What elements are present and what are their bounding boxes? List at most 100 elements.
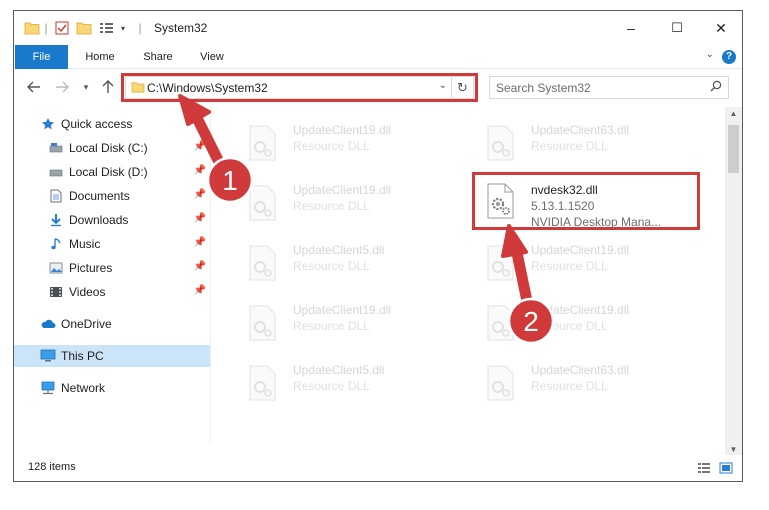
- scroll-up-icon[interactable]: ▲: [725, 107, 742, 121]
- file-name: UpdateClient19.dll: [531, 243, 630, 257]
- navigation-pane: Quick access Local Disk (C:) 📌 Local Dis…: [14, 107, 210, 443]
- sidebar-item-this-pc[interactable]: This PC: [14, 345, 210, 367]
- sidebar-item-label: Quick access: [61, 117, 133, 131]
- checklist-icon[interactable]: [98, 19, 116, 37]
- sidebar-item-label: Videos: [69, 285, 106, 299]
- tiles-view-icon[interactable]: [718, 461, 734, 475]
- sidebar-item-label: Documents: [69, 189, 130, 203]
- back-button[interactable]: [24, 77, 44, 97]
- tab-file[interactable]: File: [15, 45, 68, 69]
- dll-file-icon: [246, 365, 278, 404]
- explorer-window: | ▾ | System32 – ☐ ✕ File Home Share Vie…: [13, 10, 743, 482]
- pin-icon[interactable]: 📌: [194, 165, 206, 176]
- close-button[interactable]: ✕: [698, 11, 742, 45]
- sidebar-item-network[interactable]: Network: [14, 377, 210, 399]
- properties-icon[interactable]: [54, 19, 70, 37]
- sidebar-item-local-disk-d[interactable]: Local Disk (D:) 📌: [14, 161, 210, 183]
- star-icon: [40, 116, 56, 132]
- list-item[interactable]: UpdateClient63.dll Resource DLL: [462, 355, 692, 407]
- file-description: Resource DLL: [531, 319, 608, 333]
- sidebar-item-videos[interactable]: Videos 📌: [14, 281, 210, 303]
- vertical-scrollbar[interactable]: ▲ ▼: [725, 107, 742, 457]
- sidebar-item-label: Music: [69, 237, 101, 251]
- list-item[interactable]: UpdateClient5.dll Resource DLL: [224, 355, 454, 407]
- details-view-icon[interactable]: [696, 461, 712, 475]
- sidebar-item-onedrive[interactable]: OneDrive: [14, 313, 210, 335]
- dll-file-icon: [246, 185, 278, 224]
- file-name: UpdateClient19.dll: [293, 303, 392, 317]
- forward-button[interactable]: [52, 77, 72, 97]
- file-name: UpdateClient19.dll: [293, 183, 392, 197]
- pin-icon[interactable]: 📌: [194, 189, 206, 200]
- drive-icon: [48, 140, 64, 156]
- file-highlight-box: [472, 172, 700, 230]
- maximize-button[interactable]: ☐: [654, 11, 700, 45]
- sidebar-item-label: Local Disk (D:): [69, 165, 148, 179]
- pin-icon[interactable]: 📌: [194, 237, 206, 248]
- expand-ribbon-icon[interactable]: ⌄: [706, 49, 714, 60]
- sidebar-item-music[interactable]: Music 📌: [14, 233, 210, 255]
- folder-icon[interactable]: [24, 19, 40, 37]
- sidebar-item-quick-access[interactable]: Quick access: [14, 113, 210, 135]
- up-button[interactable]: [98, 77, 118, 97]
- minimize-button[interactable]: –: [608, 11, 654, 45]
- download-icon: [48, 212, 64, 228]
- search-box[interactable]: [489, 76, 729, 99]
- window-title: System32: [154, 21, 208, 35]
- sidebar-item-pictures[interactable]: Pictures 📌: [14, 257, 210, 279]
- file-name: UpdateClient19.dll: [531, 303, 630, 317]
- tab-view[interactable]: View: [190, 45, 234, 69]
- file-list: UpdateClient19.dll Resource DLL UpdateCl…: [214, 107, 726, 443]
- status-bar: 128 items: [14, 455, 742, 481]
- pin-icon[interactable]: 📌: [194, 261, 206, 272]
- list-item[interactable]: UpdateClient19.dll Resource DLL: [462, 295, 692, 347]
- scrollbar-thumb[interactable]: [728, 125, 739, 173]
- sidebar-item-documents[interactable]: Documents 📌: [14, 185, 210, 207]
- help-icon[interactable]: ?: [722, 50, 736, 64]
- file-name: UpdateClient63.dll: [531, 123, 630, 137]
- sidebar-item-label: OneDrive: [61, 317, 112, 331]
- file-description: Resource DLL: [293, 379, 370, 393]
- network-icon: [40, 380, 56, 396]
- list-item[interactable]: UpdateClient5.dll Resource DLL: [224, 235, 454, 287]
- videos-icon: [48, 284, 64, 300]
- file-name: UpdateClient19.dll: [293, 123, 392, 137]
- search-icon[interactable]: [710, 80, 722, 95]
- list-item[interactable]: UpdateClient19.dll Resource DLL: [224, 295, 454, 347]
- sidebar-item-downloads[interactable]: Downloads 📌: [14, 209, 210, 231]
- recent-locations-button[interactable]: ▾: [76, 77, 96, 97]
- ribbon-tabs: File Home Share View ⌄ ?: [14, 45, 742, 69]
- new-folder-icon[interactable]: [76, 19, 92, 37]
- pin-icon[interactable]: 📌: [194, 285, 206, 296]
- search-input[interactable]: [496, 78, 696, 98]
- title-bar: | ▾ | System32 – ☐ ✕: [14, 11, 742, 45]
- sidebar-item-local-disk-c[interactable]: Local Disk (C:) 📌: [14, 137, 210, 159]
- tab-home[interactable]: Home: [76, 45, 124, 69]
- dll-file-icon: [246, 305, 278, 344]
- list-item[interactable]: UpdateClient19.dll Resource DLL: [224, 115, 454, 167]
- file-description: Resource DLL: [531, 259, 608, 273]
- cloud-icon: [40, 316, 56, 332]
- separator: |: [44, 21, 48, 35]
- address-row: ▾ C:\Windows\System32 ⌄ ↻: [14, 70, 742, 104]
- file-description: Resource DLL: [531, 379, 608, 393]
- dll-file-icon: [246, 125, 278, 164]
- file-description: Resource DLL: [293, 319, 370, 333]
- list-item[interactable]: UpdateClient19.dll Resource DLL: [224, 175, 454, 227]
- dll-file-icon: [484, 125, 516, 164]
- customize-toolbar-icon[interactable]: ▾: [118, 19, 128, 37]
- list-item[interactable]: UpdateClient19.dll Resource DLL: [462, 235, 692, 287]
- sidebar-item-label: Pictures: [69, 261, 113, 275]
- dll-file-icon: [484, 245, 516, 284]
- pin-icon[interactable]: 📌: [194, 141, 206, 152]
- file-name: UpdateClient5.dll: [293, 243, 385, 257]
- separator: |: [138, 21, 142, 35]
- computer-icon: [40, 348, 56, 364]
- pin-icon[interactable]: 📌: [194, 213, 206, 224]
- file-name: UpdateClient63.dll: [531, 363, 630, 377]
- sidebar-item-label: This PC: [61, 349, 104, 363]
- pane-divider[interactable]: [210, 107, 211, 443]
- tab-share[interactable]: Share: [134, 45, 182, 69]
- file-description: Resource DLL: [531, 139, 608, 153]
- list-item[interactable]: UpdateClient63.dll Resource DLL: [462, 115, 692, 167]
